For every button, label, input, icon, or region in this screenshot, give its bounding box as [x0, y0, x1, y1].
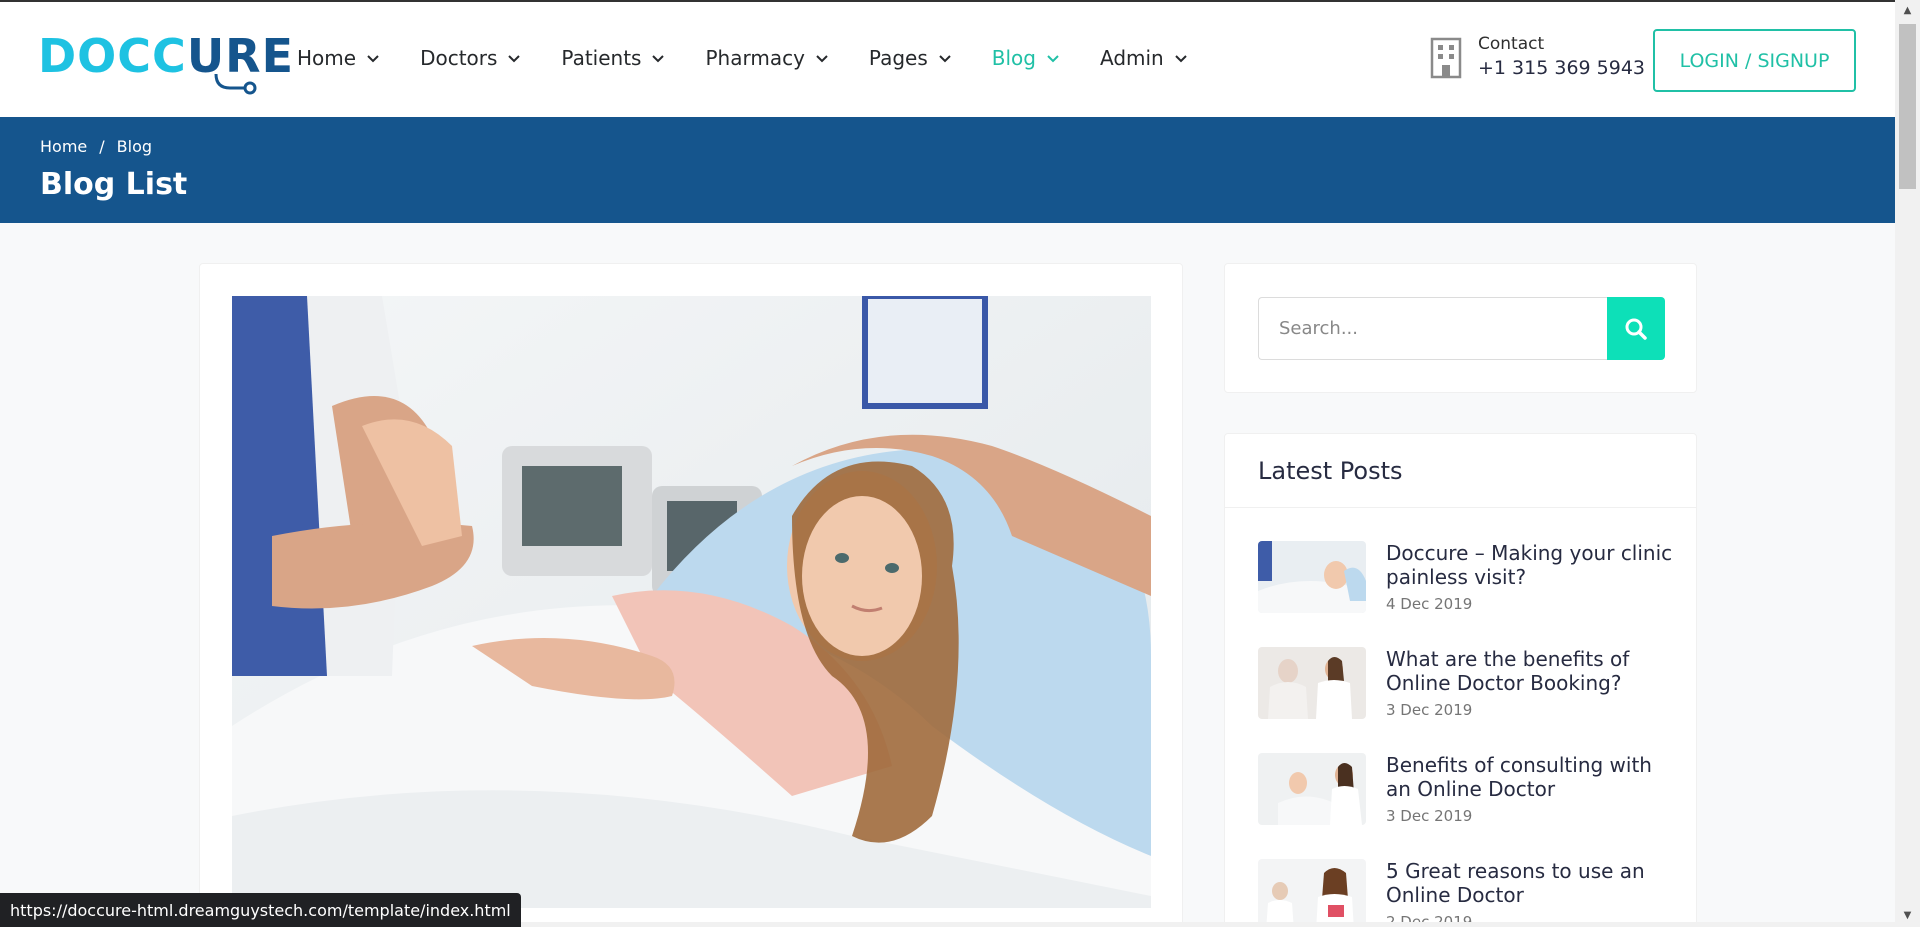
post-title[interactable]: What are the benefits of Online Doctor B… — [1386, 647, 1676, 695]
login-signup-button[interactable]: LOGIN / SIGNUP — [1653, 29, 1856, 92]
breadcrumb-bar: Home / Blog Blog List — [0, 117, 1895, 223]
main-nav: Home Doctors Patients Pharmacy Pages Blo… — [297, 46, 1228, 70]
header-contact: Contact +1 315 369 5943 — [1428, 34, 1645, 79]
stethoscope-icon — [214, 74, 257, 95]
chevron-down-icon — [508, 55, 521, 63]
post-thumbnail[interactable] — [1258, 647, 1366, 719]
post-date: 4 Dec 2019 — [1386, 595, 1473, 613]
search-input[interactable]: Search... — [1258, 297, 1608, 360]
nav-label: Pages — [868, 46, 928, 70]
nav-item-doctors[interactable]: Doctors — [420, 46, 521, 70]
scrollbar-thumb[interactable] — [1899, 24, 1916, 189]
hospital-scene-illustration — [232, 296, 1151, 908]
latest-post-item[interactable]: What are the benefits of Online Doctor B… — [1258, 647, 1676, 719]
doccure-logo[interactable]: DOCCURE — [38, 29, 293, 95]
latest-posts-widget: Latest Posts Doccure – Making your clini… — [1224, 433, 1697, 927]
breadcrumb-home[interactable]: Home — [40, 137, 87, 156]
latest-post-item[interactable]: Doccure – Making your clinic painless vi… — [1258, 541, 1676, 613]
nav-item-pages[interactable]: Pages — [869, 46, 952, 70]
post-thumbnail-image — [1258, 859, 1366, 927]
nav-item-patients[interactable]: Patients — [561, 46, 665, 70]
contact-text: Contact +1 315 369 5943 — [1478, 34, 1645, 79]
breadcrumb: Home / Blog — [40, 137, 152, 156]
breadcrumb-current: Blog — [116, 137, 153, 156]
nav-label: Admin — [1099, 46, 1164, 70]
latest-posts-heading: Latest Posts — [1225, 434, 1696, 508]
page-title: Blog List — [40, 167, 188, 202]
search-icon — [1625, 318, 1647, 340]
chevron-down-icon — [1175, 55, 1187, 63]
chevron-down-icon — [652, 55, 665, 63]
post-thumbnail-image — [1258, 647, 1366, 719]
search-widget: Search... — [1224, 263, 1697, 393]
contact-label: Contact — [1478, 34, 1545, 54]
chevron-down-icon — [816, 55, 828, 63]
contact-phone[interactable]: +1 315 369 5943 — [1478, 57, 1645, 79]
post-title[interactable]: Doccure – Making your clinic painless vi… — [1386, 541, 1676, 589]
logo-text-a: DOCC — [38, 29, 187, 83]
link-status-tooltip: https://doccure-html.dreamguystech.com/t… — [0, 893, 521, 927]
post-title[interactable]: Benefits of consulting with an Online Do… — [1386, 753, 1676, 801]
scroll-down-arrow-icon[interactable]: ▼ — [1895, 905, 1920, 925]
post-thumbnail[interactable] — [1258, 541, 1366, 613]
search-button[interactable] — [1607, 297, 1665, 360]
post-thumbnail-image — [1258, 541, 1366, 613]
chevron-down-icon — [939, 55, 951, 63]
nav-label: Patients — [561, 46, 642, 70]
nav-item-blog[interactable]: Blog — [992, 46, 1060, 70]
post-body: What are the benefits of Online Doctor B… — [1386, 647, 1676, 719]
latest-post-item[interactable]: Benefits of consulting with an Online Do… — [1258, 753, 1676, 825]
site-header: DOCCURE Home Doctors Patients Pharmacy P… — [0, 0, 1895, 117]
post-thumbnail[interactable] — [1258, 859, 1366, 927]
nav-item-admin[interactable]: Admin — [1100, 46, 1188, 70]
latest-post-item[interactable]: 5 Great reasons to use an Online Doctor … — [1258, 859, 1676, 927]
blog-post-card — [199, 263, 1183, 927]
post-body: Benefits of consulting with an Online Do… — [1386, 753, 1676, 825]
nav-item-home[interactable]: Home — [297, 46, 380, 70]
post-date: 3 Dec 2019 — [1386, 701, 1473, 719]
post-thumbnail[interactable] — [1258, 753, 1366, 825]
nav-label: Blog — [991, 46, 1036, 70]
nav-label: Doctors — [420, 46, 498, 70]
breadcrumb-separator: / — [99, 137, 105, 156]
chevron-down-icon — [1047, 55, 1059, 63]
scroll-up-arrow-icon[interactable]: ▲ — [1895, 0, 1920, 20]
post-date: 3 Dec 2019 — [1386, 807, 1473, 825]
nav-label: Home — [297, 46, 357, 70]
blog-post-image[interactable] — [232, 296, 1151, 908]
chevron-down-icon — [367, 55, 379, 63]
nav-item-pharmacy[interactable]: Pharmacy — [705, 46, 828, 70]
post-body: Doccure – Making your clinic painless vi… — [1386, 541, 1676, 613]
nav-label: Pharmacy — [705, 46, 805, 70]
hospital-building-icon — [1430, 37, 1462, 78]
post-body: 5 Great reasons to use an Online Doctor … — [1386, 859, 1676, 927]
post-thumbnail-image — [1258, 753, 1366, 825]
vertical-scrollbar[interactable]: ▲ ▼ — [1895, 0, 1920, 927]
post-title[interactable]: 5 Great reasons to use an Online Doctor — [1386, 859, 1676, 907]
